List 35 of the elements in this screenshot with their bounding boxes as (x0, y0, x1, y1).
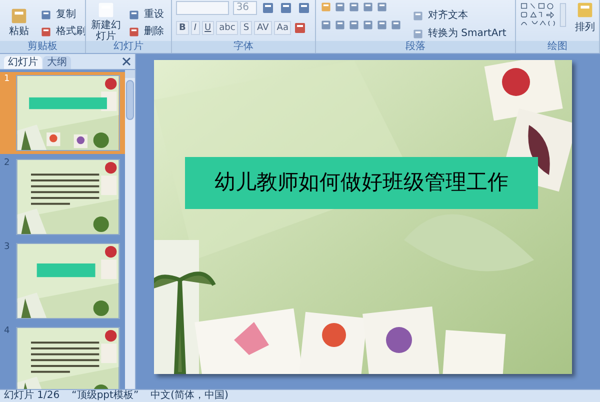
format-button[interactable]: Aa (274, 21, 292, 35)
group-label: 段落 (316, 41, 515, 53)
slide-thumbnail-row[interactable]: 4 (0, 324, 125, 389)
panel-tab[interactable]: 大纲 (43, 56, 71, 69)
slide-number: 3 (4, 243, 11, 254)
format-button[interactable]: I (190, 21, 200, 35)
format-button[interactable]: AV (254, 21, 272, 35)
status-text: “顶级ppt模板” (72, 391, 139, 401)
ribbon-button[interactable]: 复制 (38, 8, 85, 22)
format-button[interactable]: U (202, 21, 214, 35)
format-button[interactable]: S (240, 21, 252, 35)
ribbon-button[interactable]: 对齐文本 (410, 9, 508, 23)
slide-title: 幼儿教师如何做好班级管理工作 (185, 157, 538, 209)
group-label: 字体 (172, 41, 315, 53)
group-label: 幻灯片 (86, 41, 171, 53)
slide-number: 1 (4, 75, 11, 86)
ribbon-button[interactable]: 重设 (126, 8, 166, 22)
group-label: 绘图 (516, 41, 599, 53)
format-button[interactable]: abc (216, 21, 238, 35)
ribbon-button[interactable]: 删除 (126, 25, 166, 39)
scrollbar[interactable] (125, 70, 135, 389)
large-ribbon-button[interactable]: 排列 (575, 0, 595, 33)
slide-number: 4 (4, 327, 11, 338)
font-name-field[interactable] (176, 1, 230, 15)
slide-thumbnail-row[interactable]: 3 (0, 240, 125, 322)
ribbon-button[interactable]: 转换为 SmartArt (410, 27, 508, 41)
close-icon[interactable] (122, 57, 131, 66)
slide-number: 2 (4, 159, 11, 170)
status-text: 中文(简体，中国) (150, 391, 228, 401)
status-text: 幻灯片 1/26 (4, 391, 60, 401)
slide-thumbnail-row[interactable]: 2 (0, 156, 125, 238)
group-label: 剪贴板 (0, 41, 85, 53)
format-button[interactable]: B (176, 21, 189, 35)
large-ribbon-button[interactable]: 粘贴 (4, 0, 34, 39)
panel-tab[interactable]: 幻灯片 (4, 56, 42, 69)
